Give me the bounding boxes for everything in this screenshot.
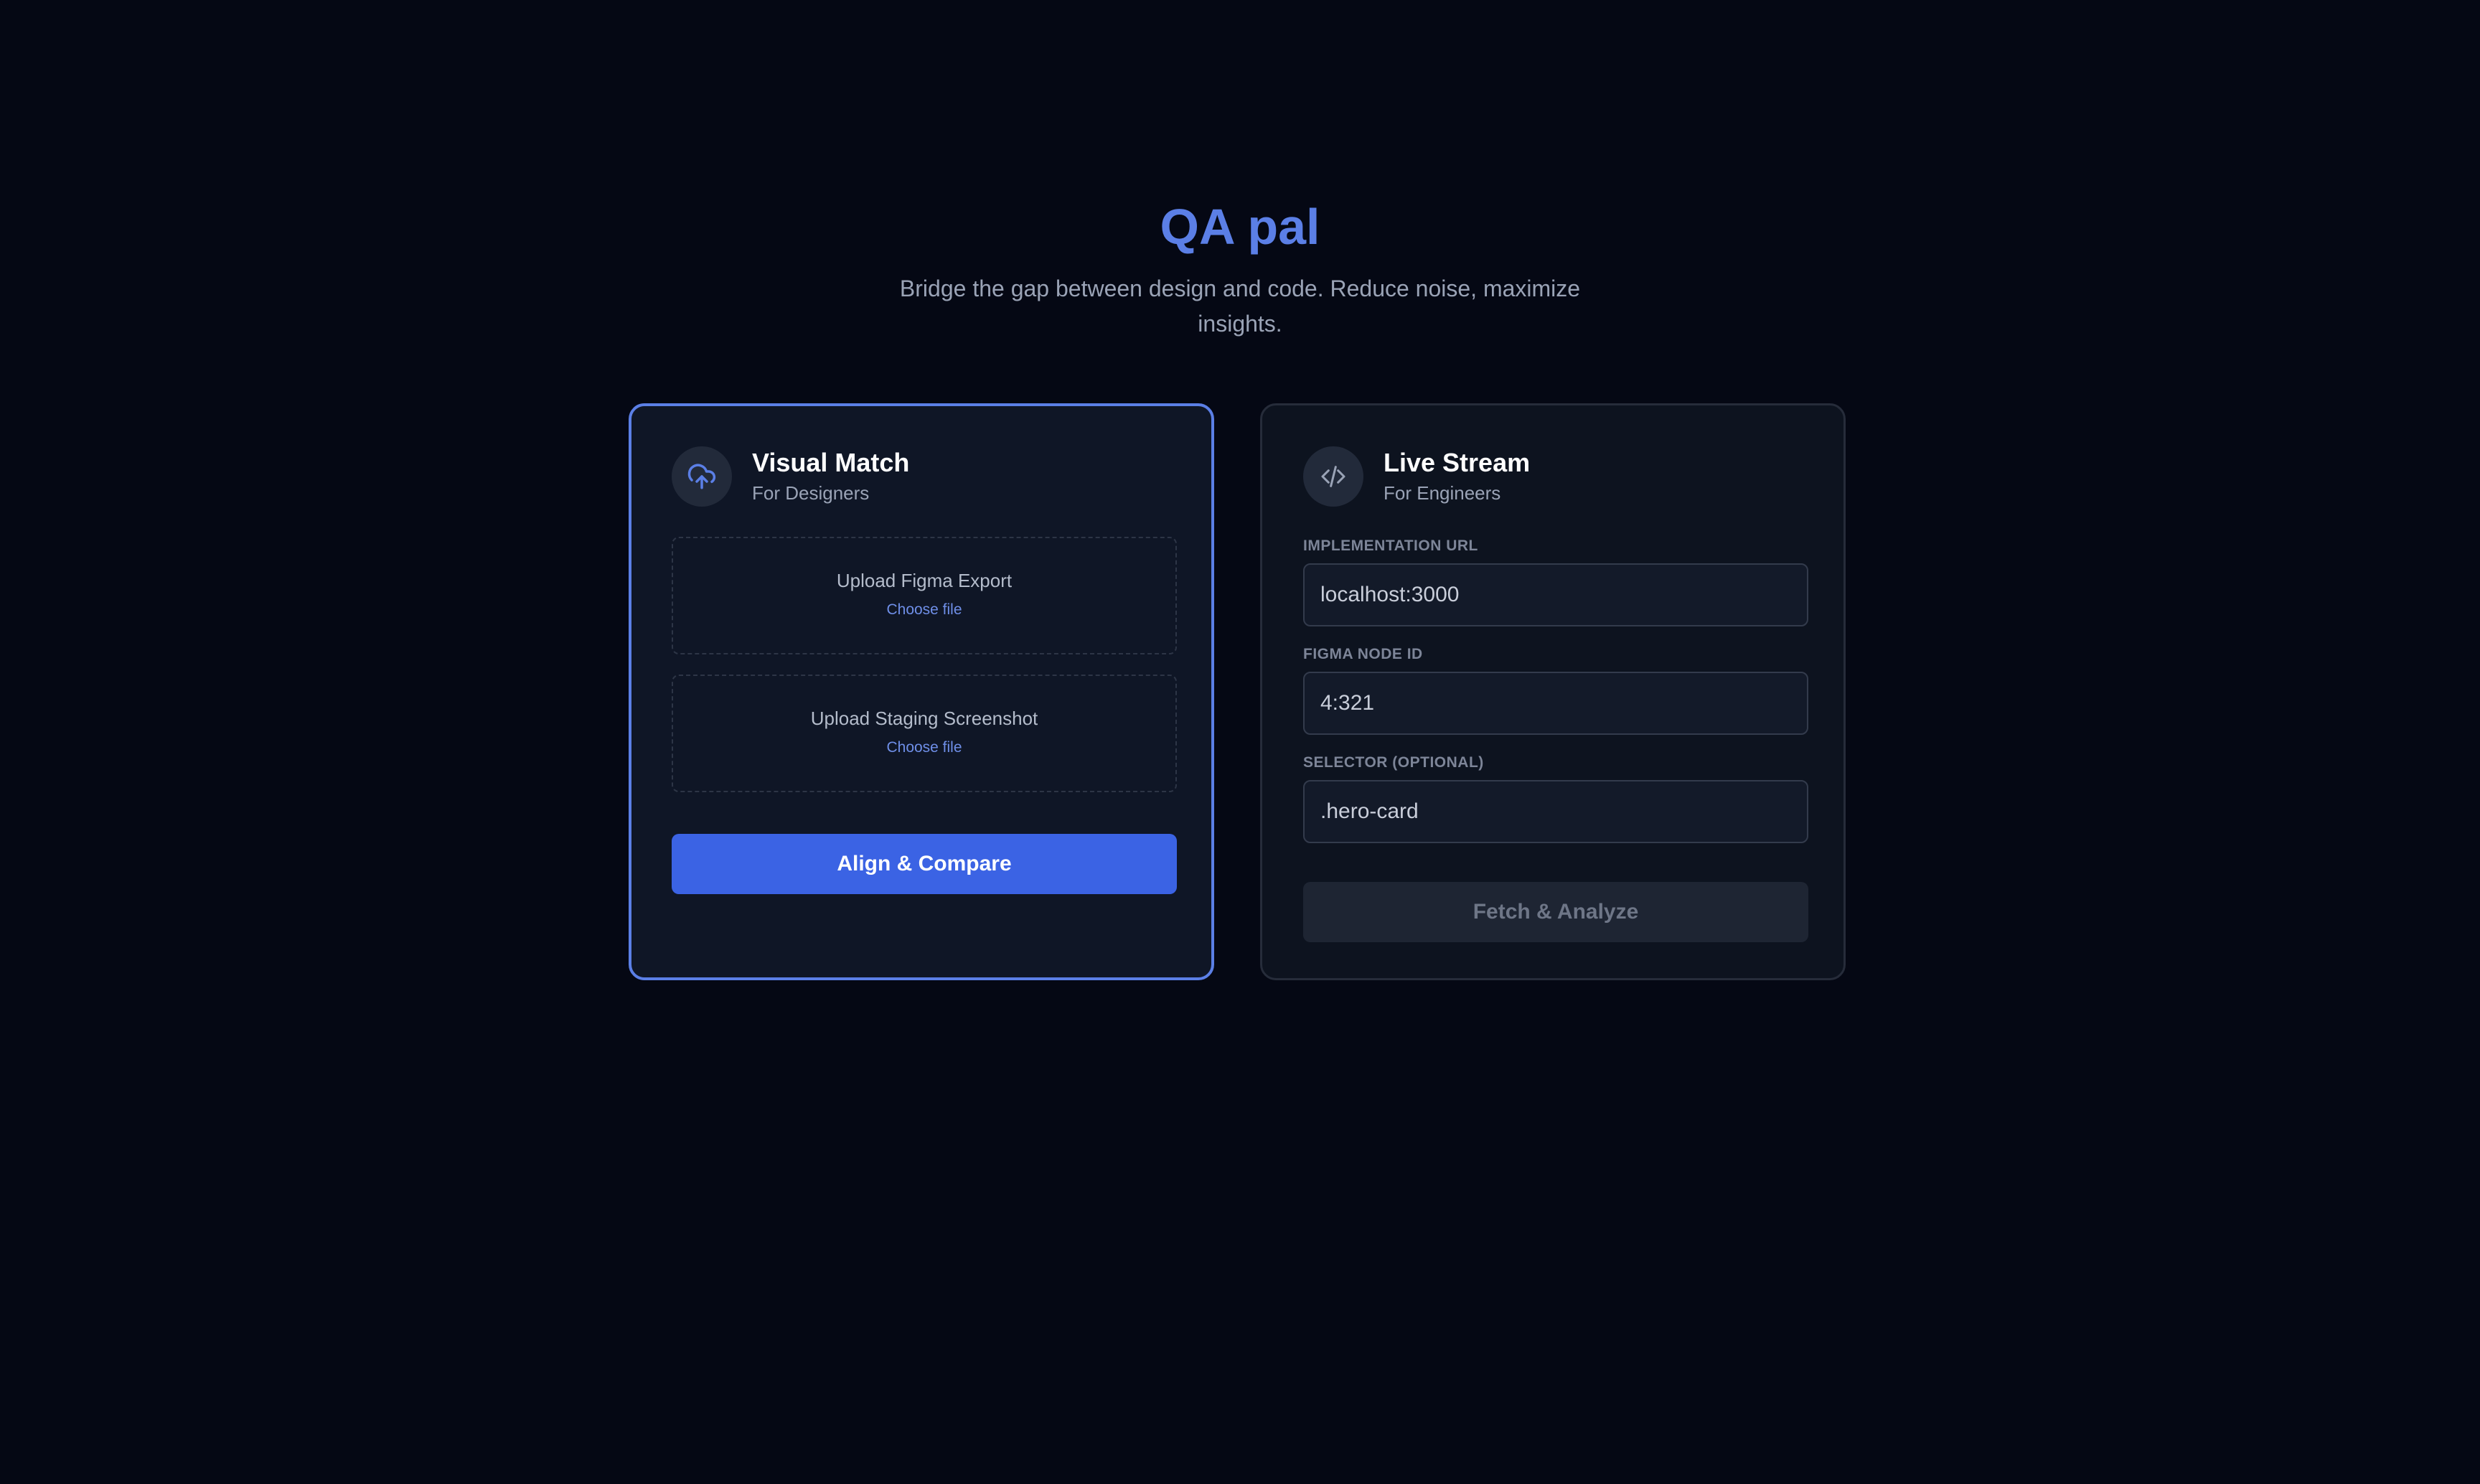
staging-screenshot-choose-file-link[interactable]: Choose file (886, 738, 962, 758)
code-icon (1303, 446, 1363, 507)
app-subtitle: Bridge the gap between design and code. … (899, 276, 1581, 337)
implementation-url-input[interactable] (1303, 563, 1808, 626)
figma-export-choose-file-link[interactable]: Choose file (886, 600, 962, 620)
live-stream-subtitle: For Engineers (1384, 482, 1501, 504)
visual-match-header: Visual Match For Designers (672, 446, 909, 507)
implementation-url-label: IMPLEMENTATION URL (1303, 537, 1478, 554)
figma-export-dropzone[interactable]: Upload Figma Export Choose file (672, 537, 1177, 654)
app-title: QA pal (1160, 199, 1320, 255)
fetch-analyze-button[interactable]: Fetch & Analyze (1303, 882, 1808, 942)
figma-node-id-input[interactable] (1303, 672, 1808, 735)
visual-match-subtitle: For Designers (752, 482, 870, 504)
live-stream-card[interactable]: Live Stream For Engineers IMPLEMENTATION… (1260, 403, 1846, 980)
selector-label: SELECTOR (OPTIONAL) (1303, 754, 1484, 771)
figma-node-id-label: FIGMA NODE ID (1303, 646, 1423, 662)
page: QA pal Bridge the gap between design and… (0, 0, 2480, 1484)
figma-export-label: Upload Figma Export (836, 570, 1013, 591)
cloud-upload-icon (672, 446, 732, 507)
staging-screenshot-label: Upload Staging Screenshot (810, 708, 1038, 729)
visual-match-card[interactable]: Visual Match For Designers Upload Figma … (629, 403, 1214, 980)
live-stream-header: Live Stream For Engineers (1303, 446, 1530, 507)
staging-screenshot-dropzone[interactable]: Upload Staging Screenshot Choose file (672, 675, 1177, 792)
selector-input[interactable] (1303, 780, 1808, 843)
visual-match-title: Visual Match (752, 448, 910, 477)
live-stream-title: Live Stream (1384, 448, 1531, 477)
align-compare-button[interactable]: Align & Compare (672, 834, 1177, 894)
